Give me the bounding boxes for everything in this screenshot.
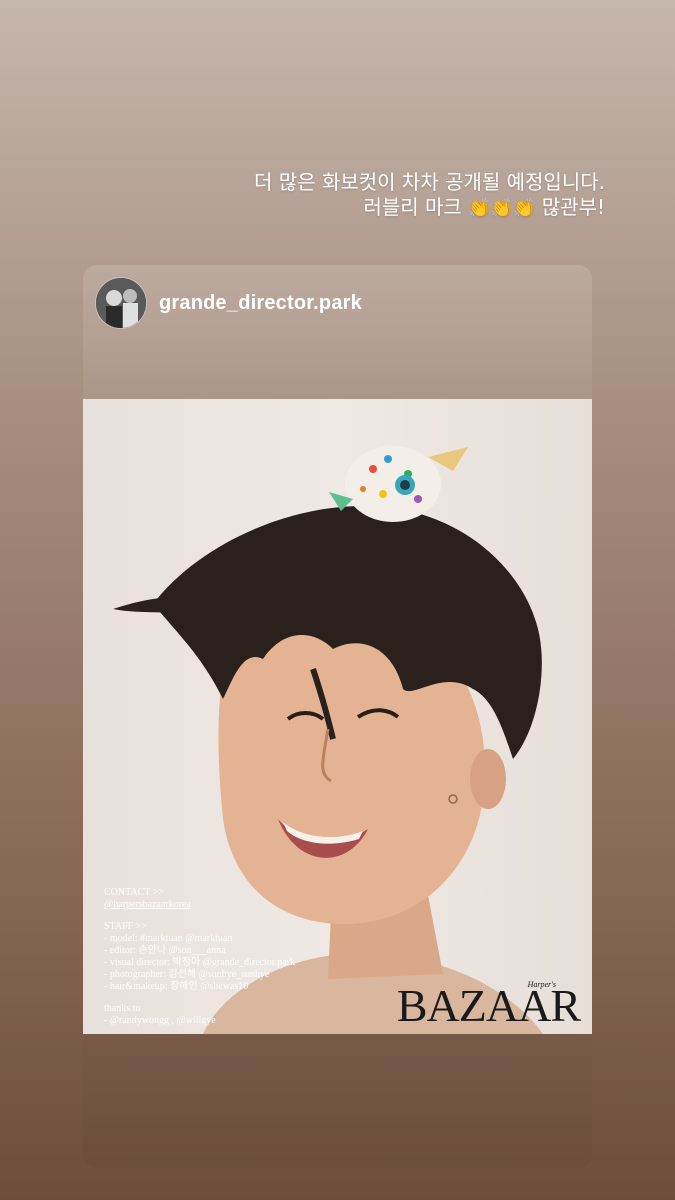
post-photo[interactable]: CONTACT >> @harpersbazaarkorea STAFF >> … — [83, 399, 592, 1034]
staff-line-hair-makeup[interactable]: - hair&makeup: 장해인 @shewas10 — [104, 981, 295, 993]
photo-credits: CONTACT >> @harpersbazaarkorea STAFF >> … — [104, 887, 295, 1027]
profile-avatar-icon — [96, 278, 146, 328]
shared-post-card[interactable]: grande_director.park CONTACT >> @harpers… — [83, 265, 592, 1168]
staff-line-photographer[interactable]: - photographer: 김선혜 @sunhye_sunhye — [104, 969, 295, 981]
contact-handle-link[interactable]: @harpersbazaarkorea — [104, 899, 295, 911]
contact-heading: CONTACT >> — [104, 887, 165, 898]
clapping-hands-icon: 👏👏👏 — [468, 198, 536, 219]
thanks-heading: thanks to — [104, 1003, 141, 1014]
staff-heading: STAFF >> — [104, 921, 147, 932]
avatar[interactable] — [96, 278, 146, 328]
thanks-line[interactable]: - @randywongg , @willgye — [104, 1015, 295, 1027]
caption-line-2-suffix: 많관부! — [535, 195, 605, 219]
caption-line-1: 더 많은 화보컷이 차차 공개될 예정입니다. — [254, 170, 605, 194]
staff-line-visual-director[interactable]: - visual director: 박정아 @grande_director.… — [104, 957, 295, 969]
post-username[interactable]: grande_director.park — [159, 292, 362, 315]
caption-line-2: 러블리 마크 👏👏👏 많관부! — [254, 195, 605, 221]
caption-line-2-prefix: 러블리 마크 — [363, 195, 469, 219]
post-header[interactable]: grande_director.park — [96, 278, 362, 328]
bazaar-logo: BAZAAR — [396, 980, 581, 1031]
staff-line-editor[interactable]: - editor: 손안나 @son___anna — [104, 945, 295, 957]
story-caption: 더 많은 화보컷이 차차 공개될 예정입니다. 러블리 마크 👏👏👏 많관부! — [254, 170, 605, 221]
staff-line-model[interactable]: - model: #marktuan @marktuan — [104, 933, 295, 945]
